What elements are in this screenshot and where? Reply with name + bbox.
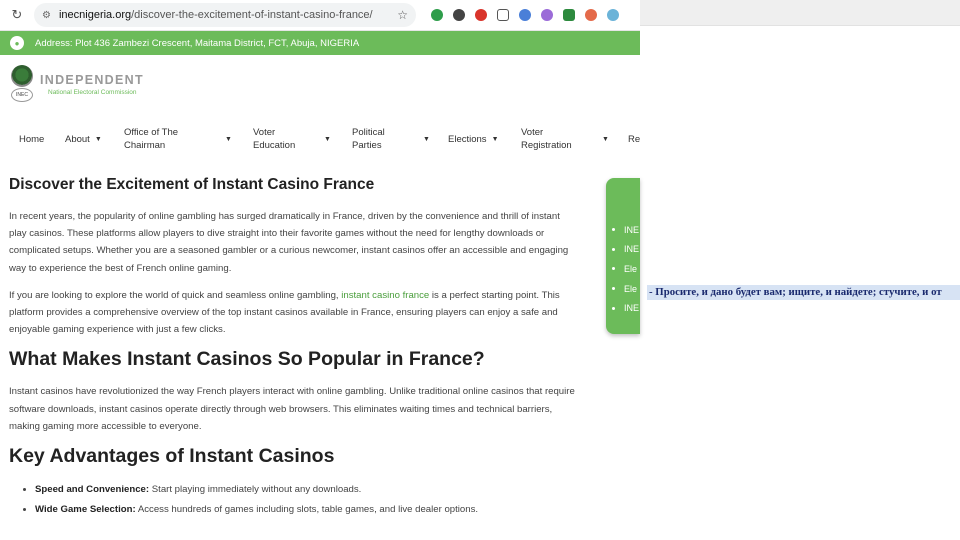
extension-icon[interactable] [519,9,531,21]
extension-icon[interactable] [541,9,553,21]
logo-subtitle: National Electoral Commission [48,88,137,96]
bookmark-star-icon[interactable]: ☆ [397,8,408,22]
nav-item-elections[interactable]: Elections ▼ [448,133,499,146]
nav-item-truncated[interactable]: Re [628,133,640,146]
list-item-text: Start playing immediately without any do… [149,484,362,496]
chevron-down-icon: ▼ [423,135,430,143]
nav-label: Political Parties [352,127,385,151]
nav-label: Voter Registration [521,127,572,151]
nav-item-about[interactable]: About ▼ [65,133,102,146]
sidebar-link-label: Ele [624,263,638,274]
sidebar-link[interactable]: INE [612,240,639,260]
address-banner: ● Address: Plot 436 Zambezi Crescent, Ma… [0,31,640,55]
list-item-text: Access hundreds of games including slots… [135,504,479,516]
section-heading-advantages: Key Advantages of Instant Casinos [9,445,335,468]
article-content: Discover the Excitement of Instant Casin… [9,176,579,520]
nav-label: Elections [448,133,487,145]
extension-icon[interactable] [453,9,465,21]
chevron-down-icon: ▼ [491,135,499,143]
nav-item-home[interactable]: Home [19,133,44,146]
chevron-down-icon: ▼ [324,135,331,143]
nav-label: About [65,133,90,145]
nav-item-voter-registration[interactable]: Voter Registration ▼ [521,126,611,152]
extensions-row [426,9,624,21]
list-item-label: Speed and Convenience: [35,484,150,496]
sidebar-widget: INE INE Ele Ele INE [606,178,640,334]
list-item-label: Wide Game Selection: [35,504,136,516]
extension-icon[interactable] [585,9,597,21]
sidebar-link-label: INE [624,244,640,255]
inec-seal-icon: INEC [9,65,35,103]
logo-title: INDEPENDENT [40,72,144,87]
sidebar-link-label: INE [624,303,640,314]
section-heading-popular: What Makes Instant Casinos So Popular in… [9,348,485,371]
overlay-quote-text: - Просите, и дано будет вам; ищите, и на… [647,285,960,300]
right-panel-top-strip [640,0,960,26]
extension-icon[interactable] [475,9,487,21]
url-bar[interactable]: ⚙ inecnigeria.org/discover-the-excitemen… [34,3,416,27]
chevron-down-icon: ▼ [225,135,232,143]
chevron-down-icon: ▼ [602,135,609,143]
seal-text: INEC [11,88,33,102]
sidebar-link-label: Ele [624,283,638,294]
nav-label: Home [19,133,45,145]
advantages-list: Speed and Convenience: Start playing imm… [35,480,579,520]
sidebar-link-label: INE [624,224,640,235]
address-text: Address: Plot 436 Zambezi Crescent, Mait… [35,37,360,49]
nav-item-political-parties[interactable]: Political Parties ▼ [352,126,432,152]
nav-item-office-of-the-chairman[interactable]: Office of The Chairman ▼ [124,126,234,152]
site-settings-icon[interactable]: ⚙ [42,10,51,21]
sidebar-link[interactable]: INE [612,298,639,318]
extension-icon[interactable] [563,9,575,21]
nav-label: Voter Education [253,127,296,151]
paragraph-text: If you are looking to explore the world … [9,289,342,301]
popular-paragraph: Instant casinos have revolutionized the … [9,386,575,432]
nav-item-voter-education[interactable]: Voter Education ▼ [253,126,333,152]
list-item: Wide Game Selection: Access hundreds of … [35,500,579,520]
page-title: Discover the Excitement of Instant Casin… [9,176,375,193]
nav-label: Re [628,133,641,145]
extension-icon[interactable] [497,9,509,21]
url-host: inecnigeria.org [58,9,132,21]
browser-toolbar: ↻ ⚙ inecnigeria.org/discover-the-excitem… [0,0,640,31]
url-text: inecnigeria.org/discover-the-excitement-… [59,9,397,21]
reload-icon[interactable]: ↻ [6,4,28,26]
site-logo[interactable]: INEC INDEPENDENT National Electoral Comm… [9,64,149,104]
nav-label: Office of The Chairman [124,127,179,151]
extension-icon[interactable] [431,9,443,21]
chevron-down-icon: ▼ [94,135,102,143]
sidebar-link[interactable]: Ele [612,259,639,279]
sidebar-link[interactable]: Ele [612,279,639,299]
sidebar-link[interactable]: INE [612,220,639,240]
link-paragraph: If you are looking to explore the world … [9,287,579,339]
list-item: Speed and Convenience: Start playing imm… [35,480,579,500]
intro-paragraph: In recent years, the popularity of onlin… [9,211,569,274]
instant-casino-france-link[interactable]: instant casino france [341,290,429,301]
location-pin-icon: ● [10,36,24,50]
main-navigation: Home About ▼ Office of The Chairman ▼ Vote… [0,122,640,156]
url-path: /discover-the-excitement-of-instant-casi… [131,9,373,21]
extension-icon[interactable] [607,9,619,21]
